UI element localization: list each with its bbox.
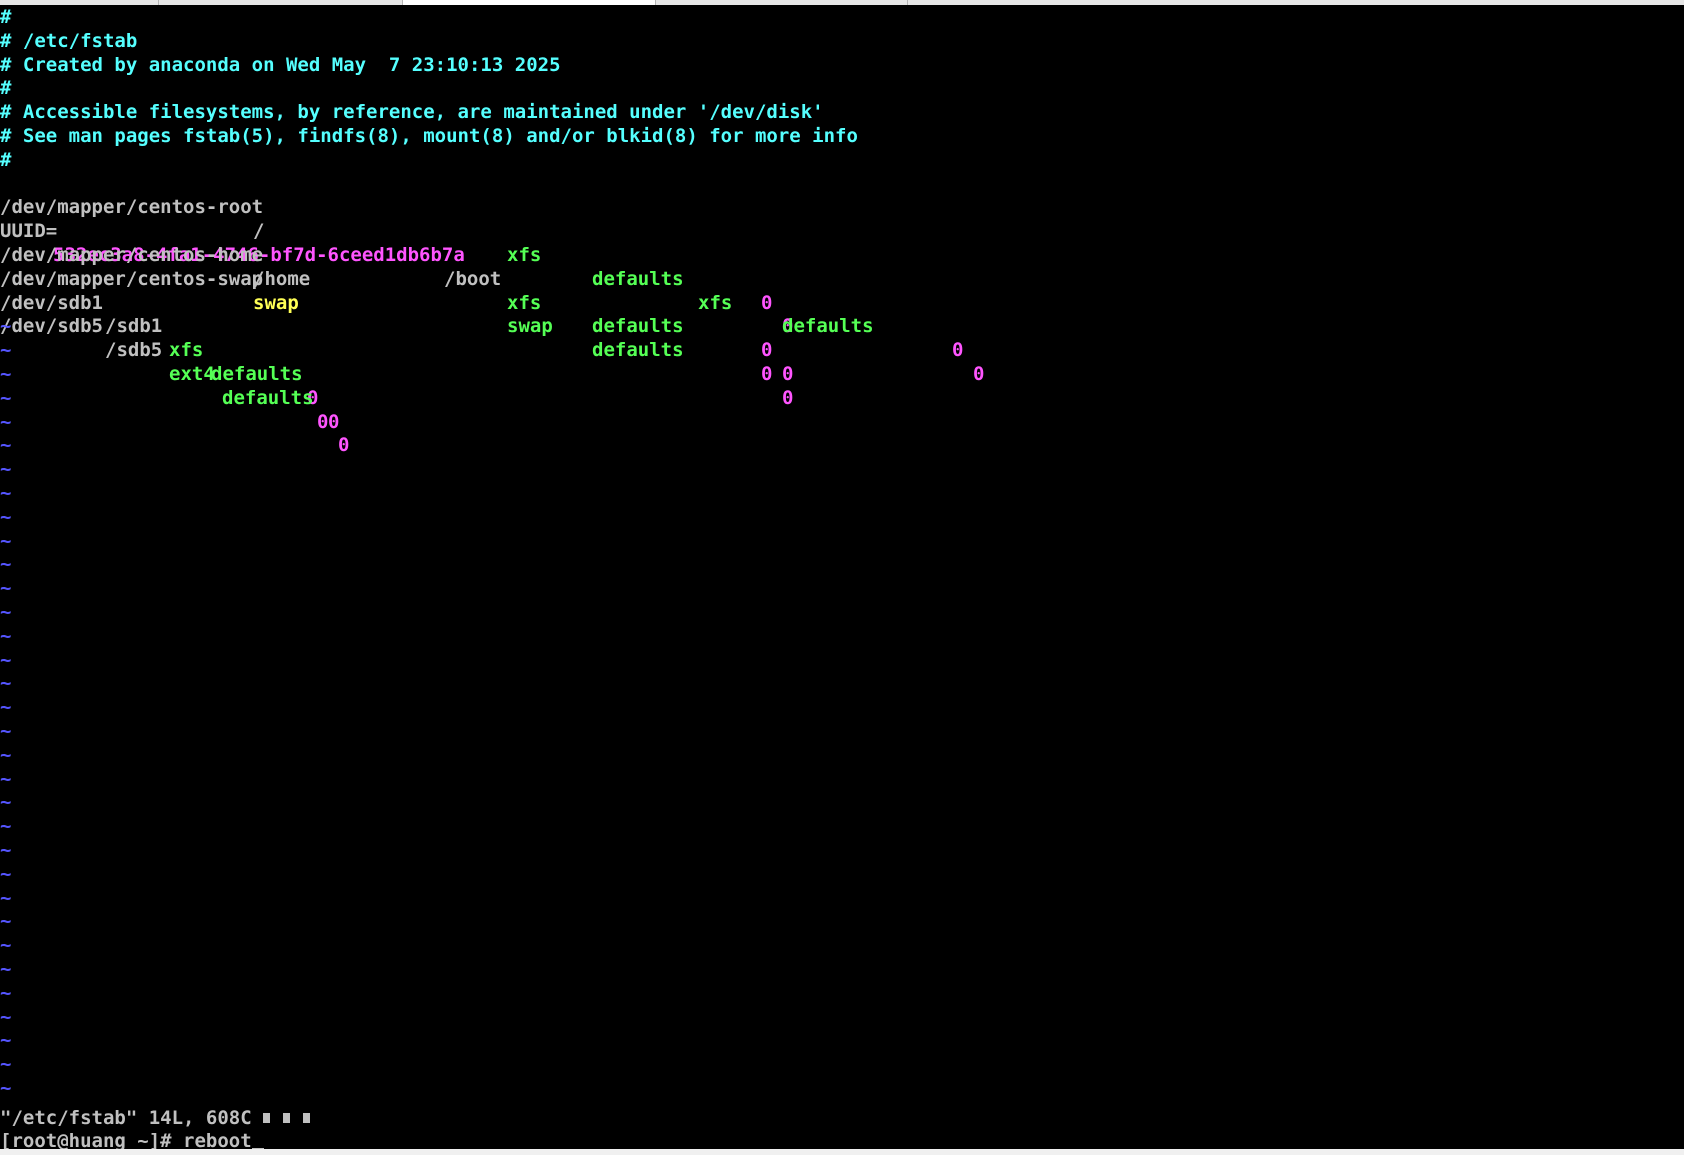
tilde-line: ~ <box>0 791 12 814</box>
tilde-line: ~ <box>0 482 12 504</box>
fstab-entry-home: /dev/mapper/centos-home /home xfs defaul… <box>0 220 793 385</box>
tilde-line: ~ <box>0 720 12 742</box>
status-text: "/etc/fstab" 14L, 608C <box>0 1107 252 1129</box>
entry-device: /dev/sdb5 <box>0 315 103 338</box>
entry-dump: 0 <box>952 339 964 362</box>
tilde-line: ~ <box>0 648 12 671</box>
tilde-line: ~ <box>0 410 12 433</box>
block-glyph <box>283 1113 291 1123</box>
fstab-entry-sdb5: /dev/sdb5 /sdb5 ext4 defaults 0 0 <box>0 292 349 456</box>
entry-pass: 0 <box>973 362 985 385</box>
entry-mount: /sdb5 <box>105 339 163 362</box>
tilde-line: ~ <box>0 839 12 861</box>
entry-pass: 0 <box>782 386 794 409</box>
tilde-line: ~ <box>0 696 12 719</box>
tilde-line: ~ <box>0 934 12 957</box>
entry-fstype: swap <box>507 315 553 338</box>
comment-line: # <box>0 6 12 28</box>
tilde-line: ~ <box>0 767 12 790</box>
comment-line: # <box>0 148 12 171</box>
tilde-line: ~ <box>0 958 12 980</box>
tab-1[interactable] <box>0 0 159 5</box>
tilde-line: ~ <box>0 672 12 695</box>
entry-options: defaults <box>782 315 874 338</box>
tilde-line: ~ <box>0 1005 12 1028</box>
tilde-line: ~ <box>0 434 12 457</box>
entry-dump: 0 <box>761 339 773 362</box>
tilde-line: ~ <box>0 862 12 885</box>
vim-status-line: "/etc/fstab" 14L, 608C <box>0 1107 323 1131</box>
tilde-line: ~ <box>0 981 12 1004</box>
tab-3-active[interactable] <box>402 0 656 5</box>
tilde-line: ~ <box>0 601 12 623</box>
tilde-line: ~ <box>0 339 12 362</box>
entry-fstype: xfs <box>507 243 542 266</box>
tilde-line: ~ <box>0 624 12 647</box>
tilde-line: ~ <box>0 910 12 933</box>
entry-mount: /boot <box>444 267 502 290</box>
fstab-entry-root: /dev/mapper/centos-root / xfs defaults 0… <box>0 173 793 337</box>
tilde-line: ~ <box>0 886 12 909</box>
comment-line: # <box>0 77 12 100</box>
fstab-entry-boot: UUID= 532ec3a8-4fa1-4746-bf7d-6ceed1db6b… <box>0 196 984 385</box>
tilde-line: ~ <box>0 1029 12 1052</box>
tilde-line: ~ <box>0 505 12 528</box>
entry-mount: swap <box>253 291 299 314</box>
comment-line: # See man pages fstab(5), findfs(8), mou… <box>0 125 858 147</box>
window-bottom-edge <box>0 1149 1684 1155</box>
entry-options: defaults <box>592 339 684 362</box>
tilde-line: ~ <box>0 458 12 481</box>
terminal-screen[interactable]: # # /etc/fstab # Created by anaconda on … <box>0 6 1684 1152</box>
entry-dump: 0 <box>761 291 773 314</box>
comment-line: # /etc/fstab <box>0 29 138 52</box>
fstab-entry-swap: /dev/mapper/centos-swap swap swap defaul… <box>0 244 793 409</box>
block-glyph <box>263 1113 271 1123</box>
tilde-line: ~ <box>0 577 12 600</box>
entry-pass: 0 <box>328 410 340 433</box>
tab-2[interactable] <box>158 0 403 5</box>
tilde-line: ~ <box>0 743 12 766</box>
tilde-line: ~ <box>0 315 12 338</box>
tilde-line: ~ <box>0 1077 12 1099</box>
entry-options: defaults <box>592 315 684 338</box>
entry-pass: 0 <box>782 362 794 385</box>
entry-fstype: xfs <box>169 339 204 362</box>
entry-fstype: xfs <box>698 291 733 314</box>
entry-options: defaults <box>222 386 314 409</box>
entry-fstype: xfs <box>507 291 542 314</box>
comment-line: # Accessible filesystems, by reference, … <box>0 101 824 124</box>
tab-4[interactable] <box>655 0 908 5</box>
entry-dump: 0 <box>317 410 329 433</box>
tilde-line: ~ <box>0 386 12 409</box>
entry-options: defaults <box>211 362 303 385</box>
tilde-line: ~ <box>0 529 12 552</box>
fstab-entry-sdb1: /dev/sdb1 /sdb1 xfs defaults 0 0 <box>0 268 339 433</box>
comment-line: # Created by anaconda on Wed May 7 23:10… <box>0 53 561 76</box>
entry-mount: / <box>253 220 265 243</box>
browser-tab-strip <box>0 0 1684 5</box>
entry-fstype: ext4 <box>169 362 215 385</box>
tilde-line: ~ <box>0 1053 12 1076</box>
entry-mount: /sdb1 <box>105 315 163 338</box>
tilde-line: ~ <box>0 553 12 576</box>
entry-options: defaults <box>592 267 684 290</box>
entry-dump: 0 <box>761 362 773 385</box>
block-glyph <box>303 1113 311 1123</box>
entry-pass: 0 <box>338 434 350 457</box>
tilde-line: ~ <box>0 815 12 838</box>
tilde-line: ~ <box>0 363 12 385</box>
